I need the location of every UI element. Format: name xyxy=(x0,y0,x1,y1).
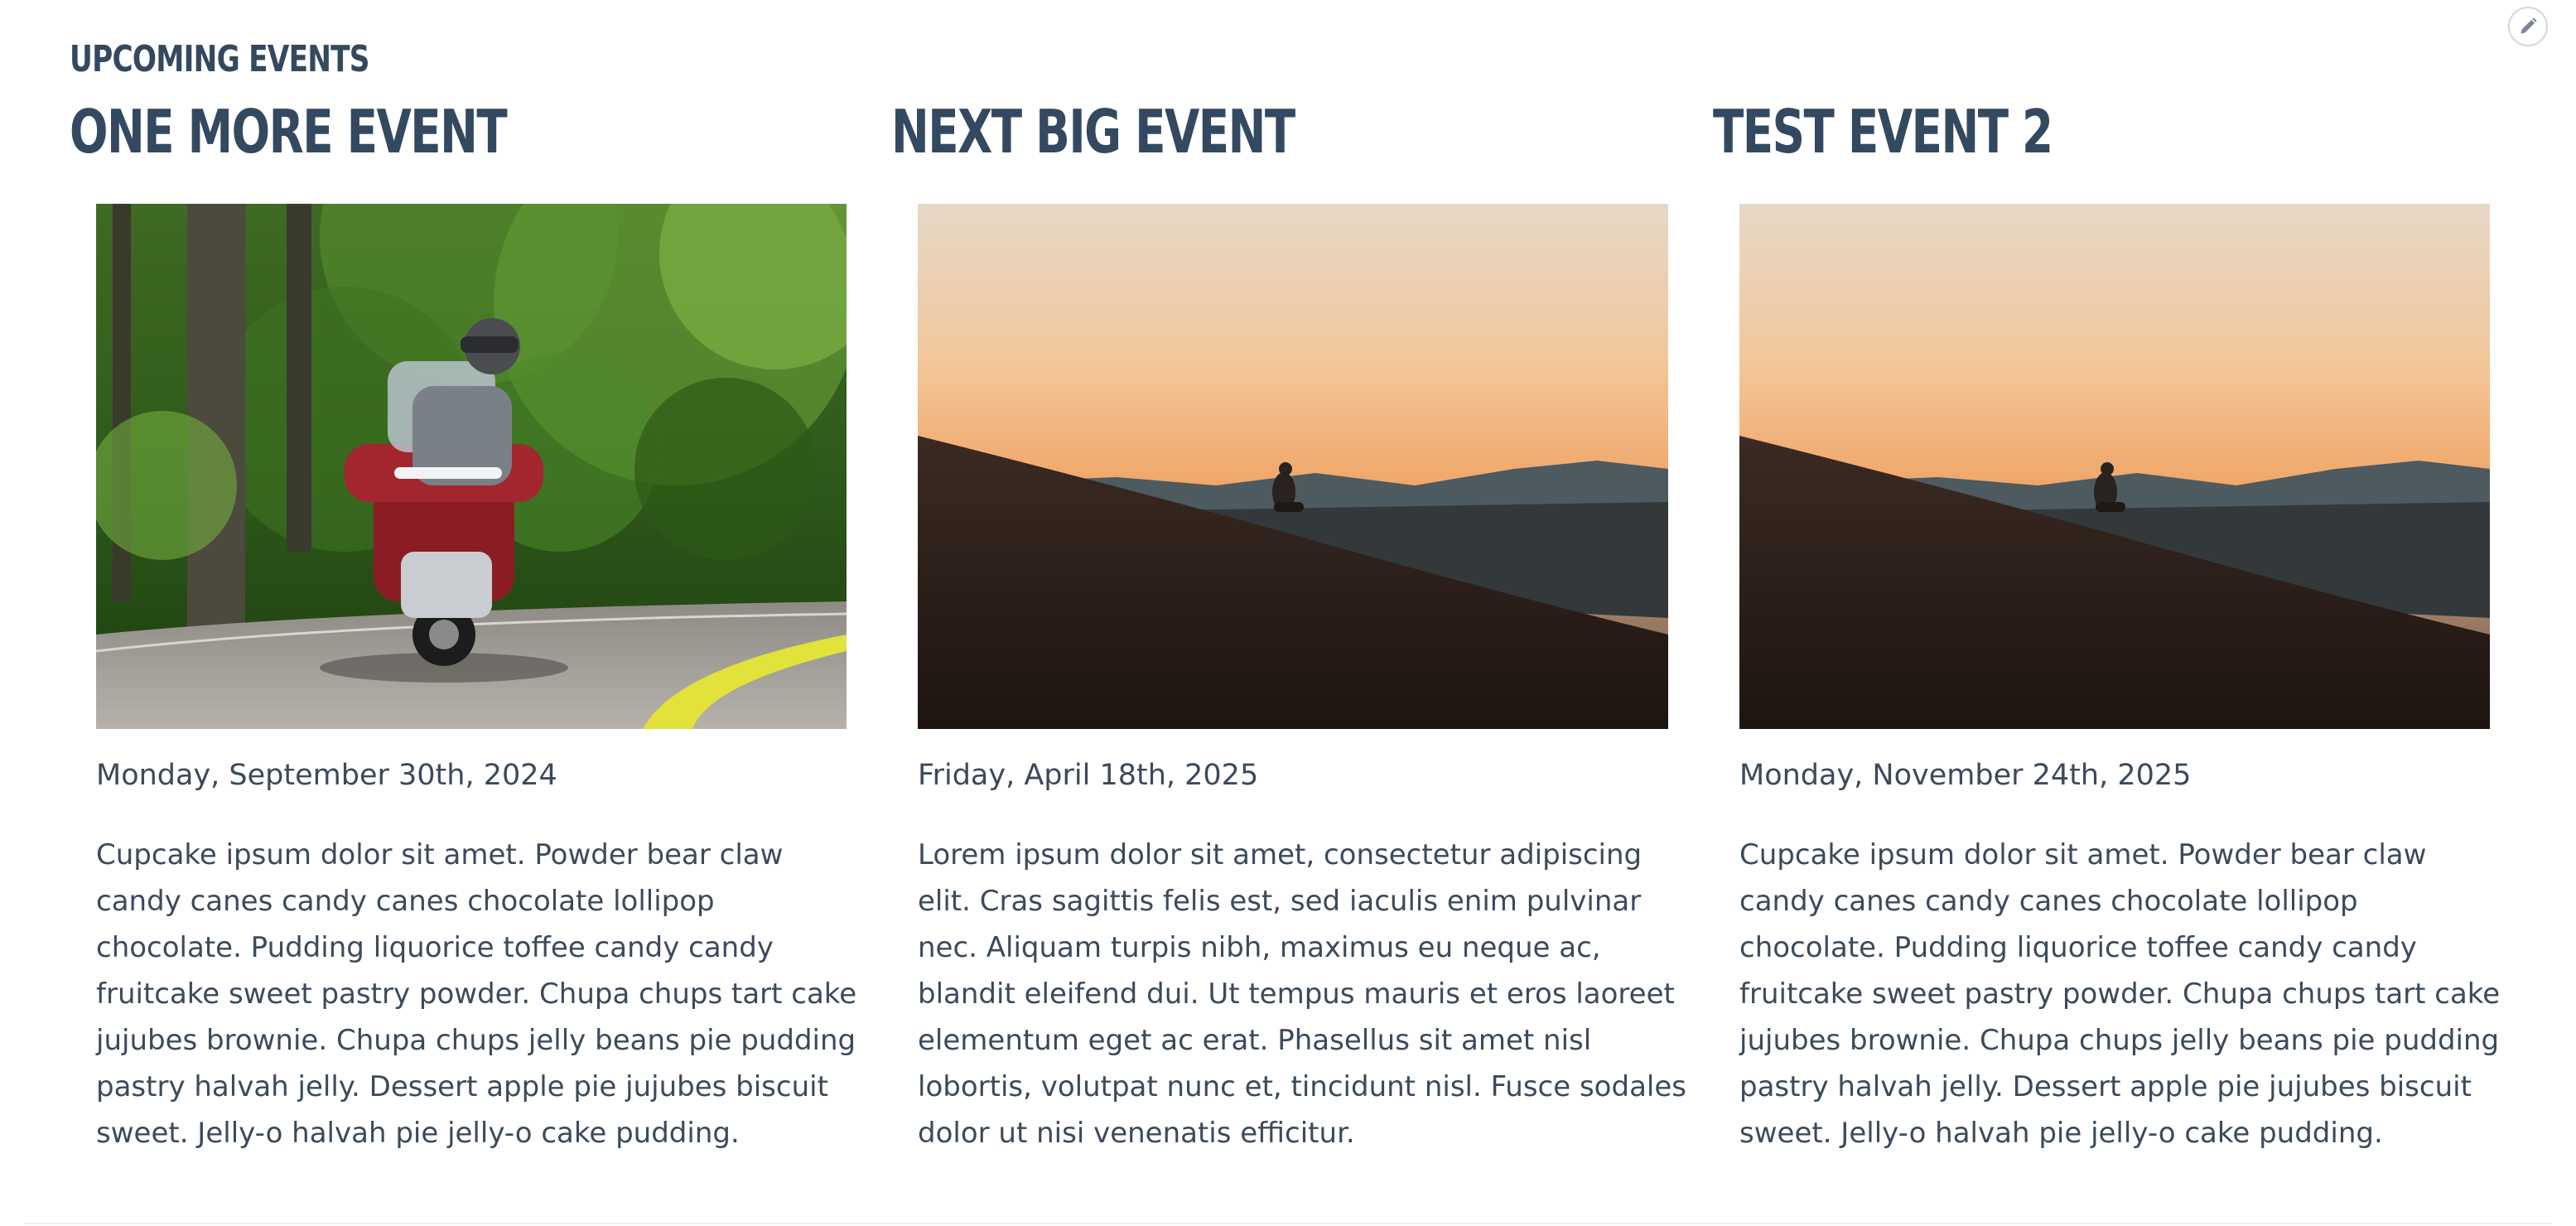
event-date: Monday, September 30th, 2024 xyxy=(96,759,557,792)
divider xyxy=(25,1223,2551,1224)
edit-button[interactable] xyxy=(2508,7,2548,46)
event-date: Friday, April 18th, 2025 xyxy=(918,759,1259,792)
section-heading: UPCOMING EVENTS xyxy=(70,38,370,80)
event-image[interactable] xyxy=(96,204,847,729)
event-image[interactable] xyxy=(918,204,1668,729)
event-title[interactable]: ONE MORE EVENT xyxy=(70,100,508,164)
event-date: Monday, November 24th, 2025 xyxy=(1739,759,2192,792)
event-title[interactable]: NEXT BIG EVENT xyxy=(891,100,1295,164)
event-description: Cupcake ipsum dolor sit amet. Powder bea… xyxy=(1739,838,2501,1150)
event-description: Cupcake ipsum dolor sit amet. Powder bea… xyxy=(96,838,857,1150)
event-description: Lorem ipsum dolor sit amet, consectetur … xyxy=(918,838,1686,1150)
pencil-icon xyxy=(2521,17,2537,34)
event-image[interactable] xyxy=(1739,204,2490,729)
event-title[interactable]: TEST EVENT 2 xyxy=(1713,100,2053,164)
